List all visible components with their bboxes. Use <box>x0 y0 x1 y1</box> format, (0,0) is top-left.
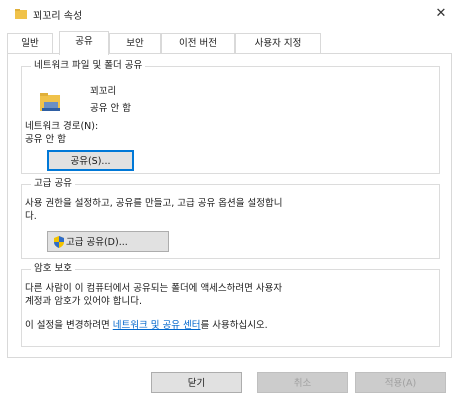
group-title: 고급 공유 <box>31 178 75 190</box>
close-button[interactable]: 닫기 <box>151 372 242 393</box>
network-share-group: 네트워크 파일 및 폴더 공유 꾀꼬리 공유 안 함 네트워크 경로(N): 공… <box>21 60 440 174</box>
uac-shield-icon <box>54 236 64 248</box>
network-sharing-center-link[interactable]: 네트워크 및 공유 센터 <box>113 320 201 331</box>
share-status: 공유 안 함 <box>90 103 131 114</box>
folder-icon <box>15 9 27 19</box>
cancel-button[interactable]: 취소 <box>257 372 348 393</box>
advanced-share-description-cont: 다. <box>25 211 37 222</box>
network-path-value: 공유 안 함 <box>25 134 66 145</box>
group-title: 네트워크 파일 및 폴더 공유 <box>31 60 146 72</box>
tab-general[interactable]: 일반 <box>7 33 53 54</box>
tab-panel: 네트워크 파일 및 폴더 공유 꾀꼬리 공유 안 함 네트워크 경로(N): 공… <box>7 53 452 358</box>
properties-window: 꾀꼬리 속성 ✕ 일반 공유 보안 이전 버전 사용자 지정 네트워크 파일 및… <box>0 0 456 399</box>
share-button[interactable]: 공유(S)... <box>47 150 134 171</box>
folder-icon <box>40 93 60 111</box>
folder-name: 꾀꼬리 <box>90 86 117 97</box>
tab-previous-versions[interactable]: 이전 버전 <box>161 33 235 54</box>
advanced-share-button[interactable]: 고급 공유(D)... <box>47 231 169 252</box>
group-title: 암호 보호 <box>31 263 75 275</box>
advanced-share-group: 고급 공유 사용 권한을 설정하고, 공유를 만들고, 고급 공유 옵션을 설정… <box>21 178 440 259</box>
title-bar: 꾀꼬리 속성 ✕ <box>0 0 456 28</box>
advanced-share-description: 사용 권한을 설정하고, 공유를 만들고, 고급 공유 옵션을 설정합니 <box>25 198 283 209</box>
tab-security[interactable]: 보안 <box>109 33 161 54</box>
network-path-label: 네트워크 경로(N): <box>25 121 99 132</box>
password-description: 다른 사람이 이 컴퓨터에서 공유되는 폴더에 액세스하려면 사용자 <box>25 283 283 294</box>
window-title: 꾀꼬리 속성 <box>33 11 83 22</box>
apply-button[interactable]: 적용(A) <box>355 372 446 393</box>
close-icon[interactable]: ✕ <box>430 3 452 25</box>
tab-customize[interactable]: 사용자 지정 <box>235 33 321 54</box>
password-protection-group: 암호 보호 다른 사람이 이 컴퓨터에서 공유되는 폴더에 액세스하려면 사용자… <box>21 263 440 347</box>
tab-sharing[interactable]: 공유 <box>59 31 109 55</box>
password-description-cont: 계정과 암호가 있어야 합니다. <box>25 296 142 307</box>
change-setting-text: 이 설정을 변경하려면 네트워크 및 공유 센터를 사용하십시오. <box>25 320 268 331</box>
